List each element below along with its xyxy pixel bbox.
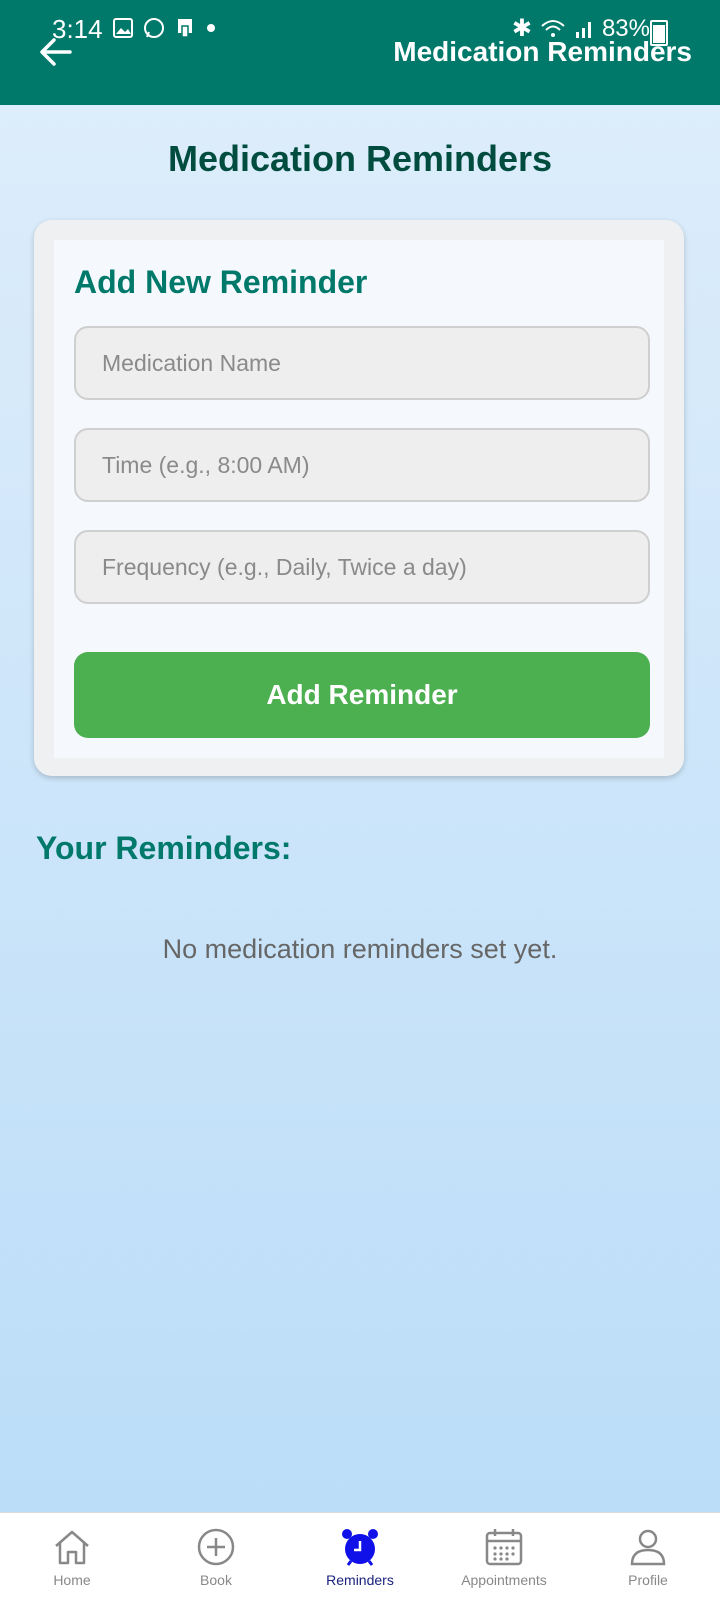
- add-reminder-button[interactable]: Add Reminder: [74, 652, 650, 738]
- notification-icons: [112, 16, 216, 40]
- back-arrow-icon[interactable]: [38, 34, 74, 70]
- add-reminder-form: Add New Reminder Medication Name Time (e…: [54, 240, 664, 758]
- alarm-clock-icon: [342, 1529, 378, 1566]
- nav-item-book[interactable]: Book: [144, 1526, 288, 1588]
- add-reminder-button-label: Add Reminder: [266, 679, 458, 710]
- nav-label-profile: Profile: [628, 1572, 668, 1588]
- frequency-placeholder: Frequency (e.g., Daily, Twice a day): [102, 553, 467, 580]
- bottom-navigation: Home Book Reminders Appointments Profile: [0, 1512, 720, 1600]
- form-title: Add New Reminder: [74, 264, 368, 300]
- dot-icon: [207, 24, 215, 32]
- cast-icon: [178, 19, 192, 38]
- empty-reminders-message: No medication reminders set yet.: [162, 934, 558, 964]
- header-title: Medication Reminders: [393, 36, 692, 67]
- reminders-section-title: Your Reminders:: [36, 830, 292, 866]
- plus-circle-icon: [197, 1528, 235, 1566]
- nav-label-appointments: Appointments: [461, 1572, 547, 1588]
- nav-label-book: Book: [200, 1572, 232, 1588]
- nav-item-appointments[interactable]: Appointments: [432, 1526, 576, 1588]
- medication-name-placeholder: Medication Name: [102, 349, 281, 376]
- whatsapp-icon: [144, 18, 164, 38]
- app-header: 3:14 ✱ 83% Medication Reminders: [0, 0, 720, 105]
- nav-item-home[interactable]: Home: [0, 1526, 144, 1588]
- nav-item-profile[interactable]: Profile: [576, 1526, 720, 1588]
- nav-item-reminders[interactable]: Reminders: [288, 1526, 432, 1588]
- page-title: Medication Reminders: [167, 138, 553, 179]
- calendar-icon: [485, 1529, 523, 1566]
- gallery-icon: [113, 18, 133, 38]
- frequency-input[interactable]: Frequency (e.g., Daily, Twice a day): [74, 530, 650, 604]
- time-placeholder: Time (e.g., 8:00 AM): [102, 451, 310, 478]
- time-input[interactable]: Time (e.g., 8:00 AM): [74, 428, 650, 502]
- add-reminder-card: Add New Reminder Medication Name Time (e…: [34, 220, 684, 776]
- nav-label-home: Home: [53, 1572, 91, 1588]
- medication-name-input[interactable]: Medication Name: [74, 326, 650, 400]
- home-icon: [55, 1530, 89, 1565]
- person-icon: [630, 1529, 666, 1566]
- nav-label-reminders: Reminders: [326, 1572, 394, 1588]
